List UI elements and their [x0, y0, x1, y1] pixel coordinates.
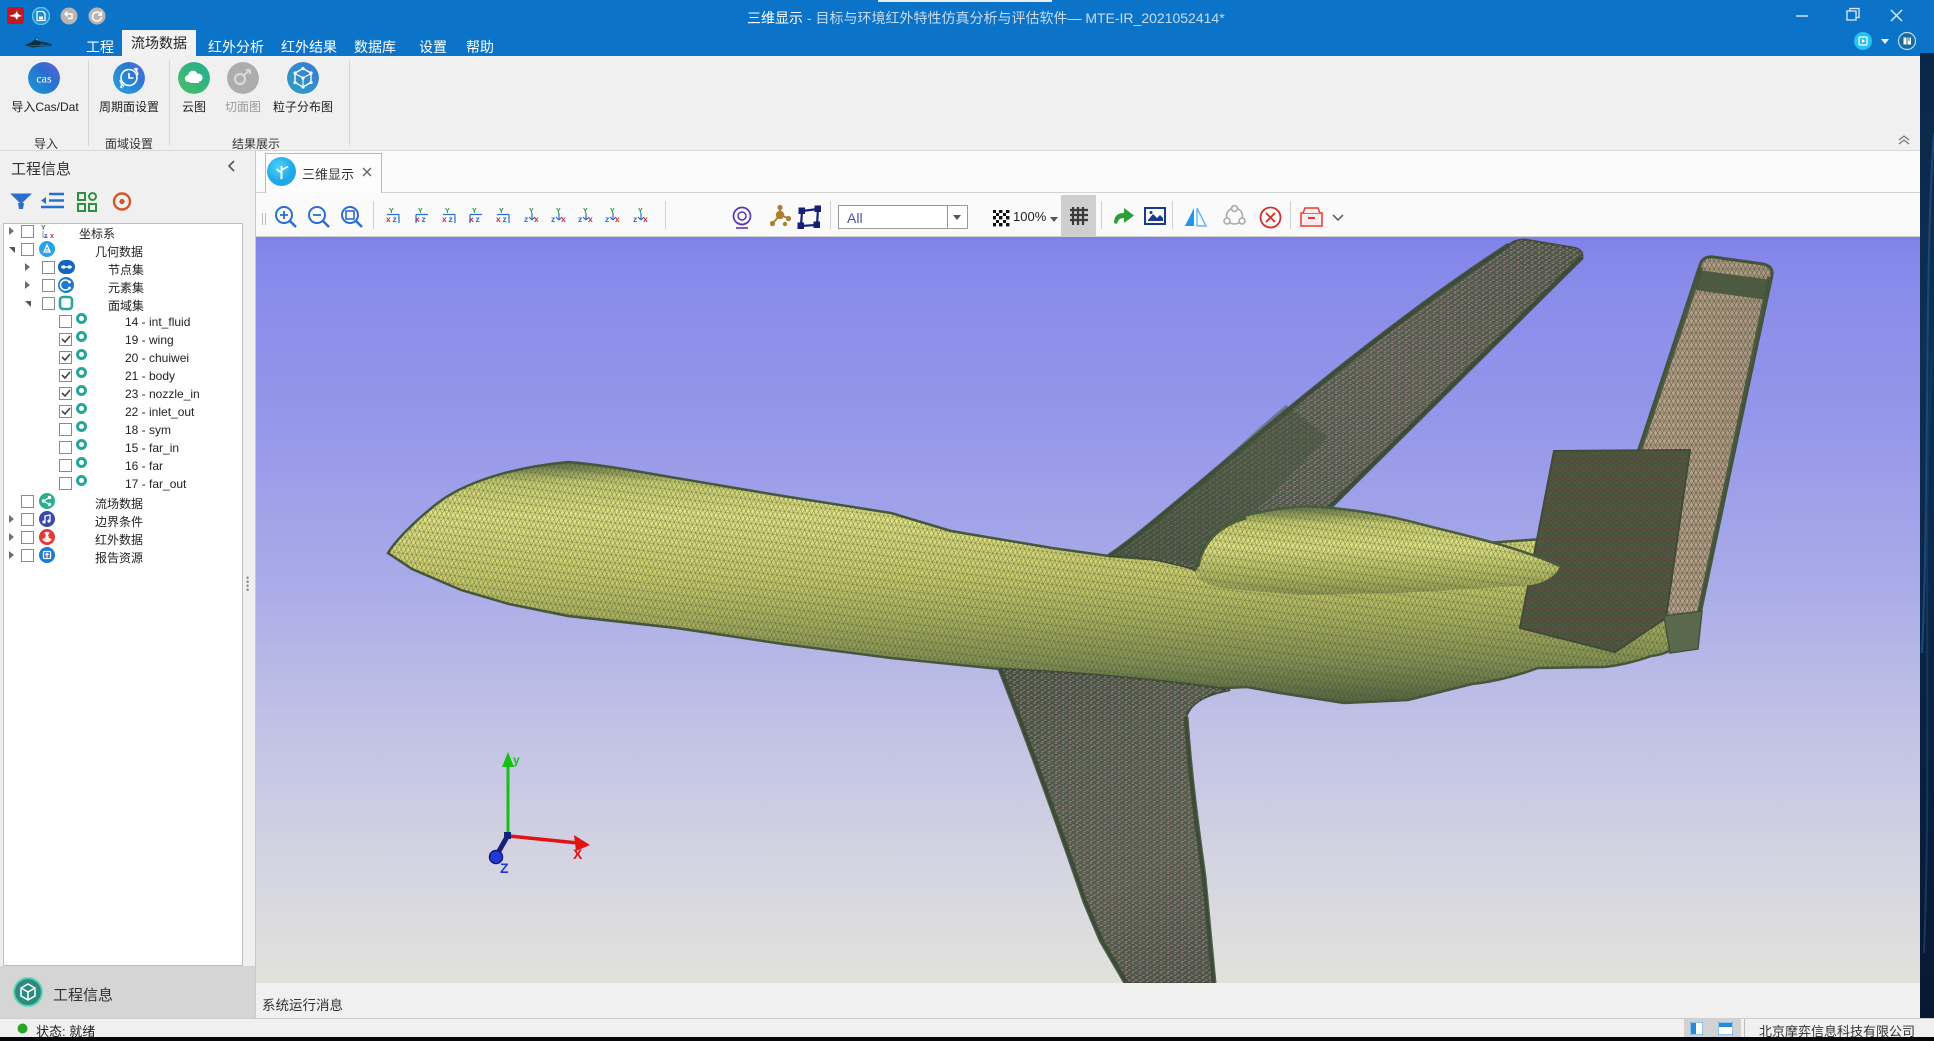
svg-text:Y: Y — [41, 225, 46, 232]
svg-text:x: x — [561, 214, 566, 224]
svg-text:X: X — [573, 846, 583, 862]
svg-text:z: z — [551, 214, 555, 224]
svg-text:z: z — [393, 214, 397, 224]
svg-text:x: x — [615, 214, 620, 224]
svg-text:z: z — [422, 214, 426, 224]
svg-text:x: x — [386, 214, 391, 224]
svg-text:z: z — [44, 233, 48, 240]
svg-text:x: x — [534, 214, 539, 224]
svg-text:z: z — [578, 214, 582, 224]
svg-text:z: z — [476, 214, 480, 224]
svg-text:z: z — [524, 214, 528, 224]
svg-text:z: z — [449, 214, 453, 224]
svg-text:x: x — [496, 214, 501, 224]
svg-text:x: x — [442, 214, 447, 224]
svg-text:z: z — [633, 214, 637, 224]
svg-text:cas: cas — [36, 72, 52, 86]
svg-text:z: z — [503, 214, 507, 224]
svg-text:x: x — [50, 233, 54, 240]
svg-text:x: x — [643, 214, 648, 224]
svg-text:z: z — [605, 214, 609, 224]
svg-text:y: y — [513, 753, 520, 767]
svg-text:x: x — [588, 214, 593, 224]
svg-text:Z: Z — [500, 860, 509, 876]
